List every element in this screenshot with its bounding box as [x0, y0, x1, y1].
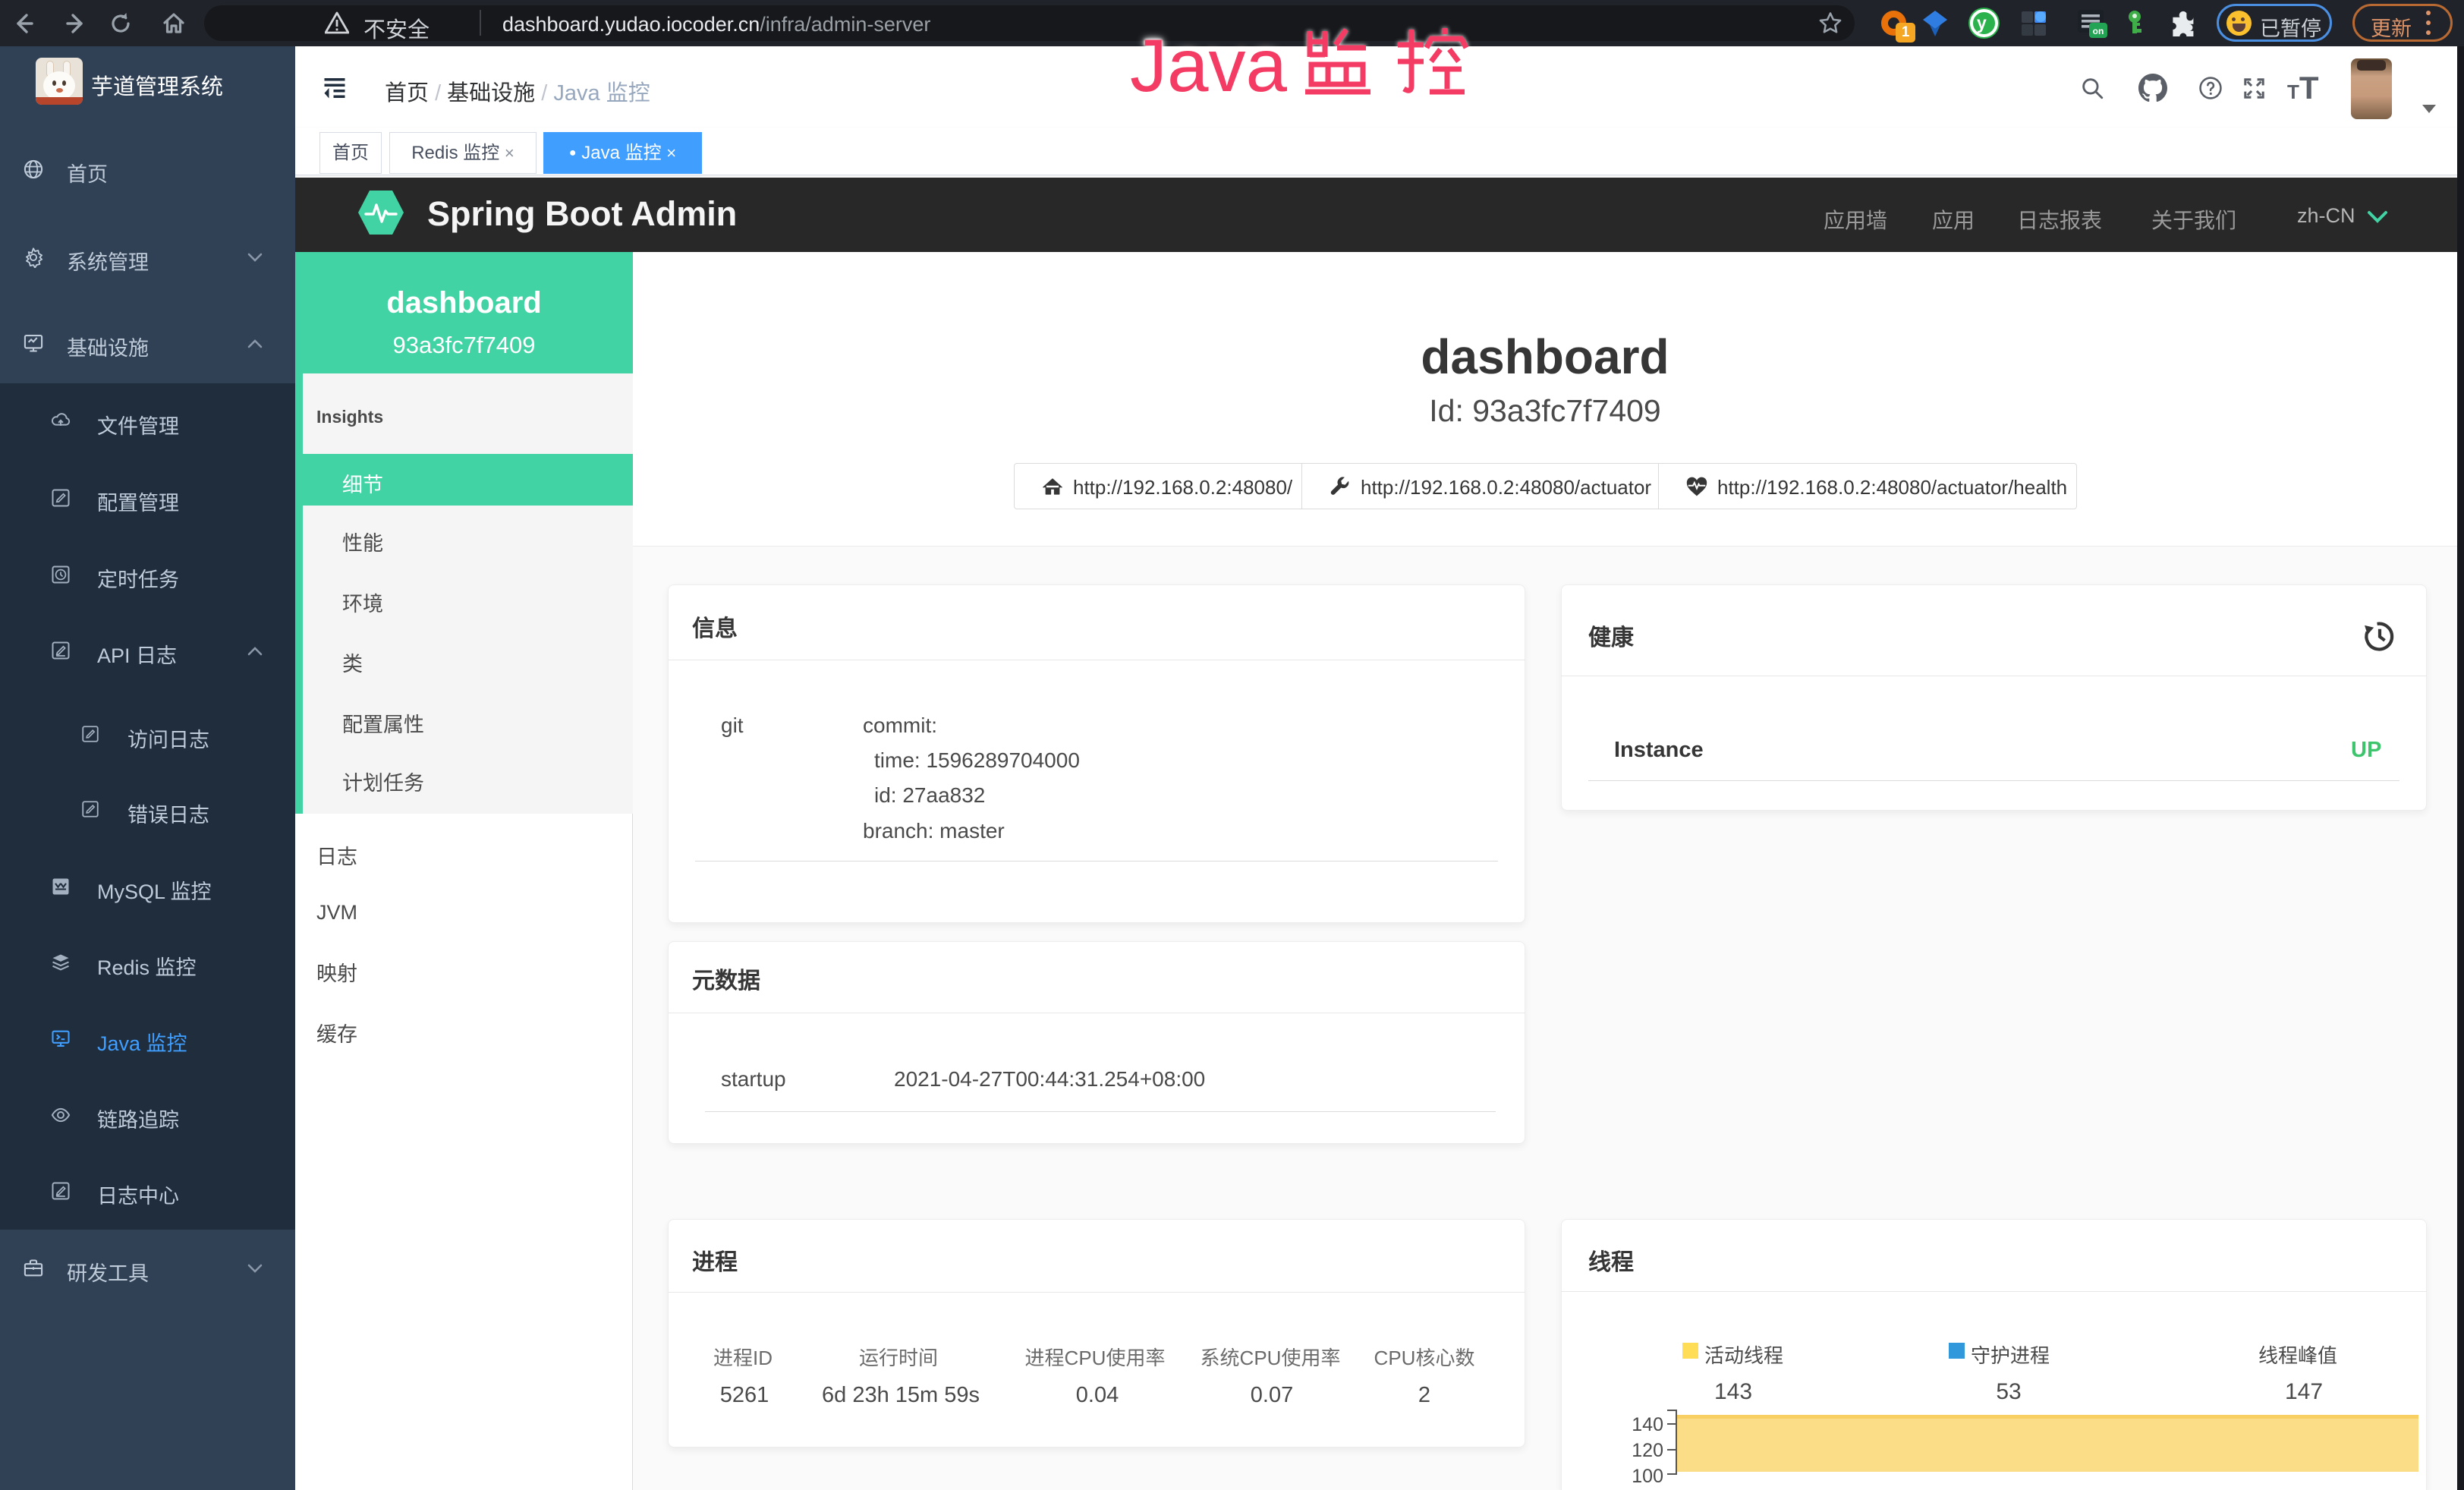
svg-text:on: on	[2093, 26, 2104, 36]
